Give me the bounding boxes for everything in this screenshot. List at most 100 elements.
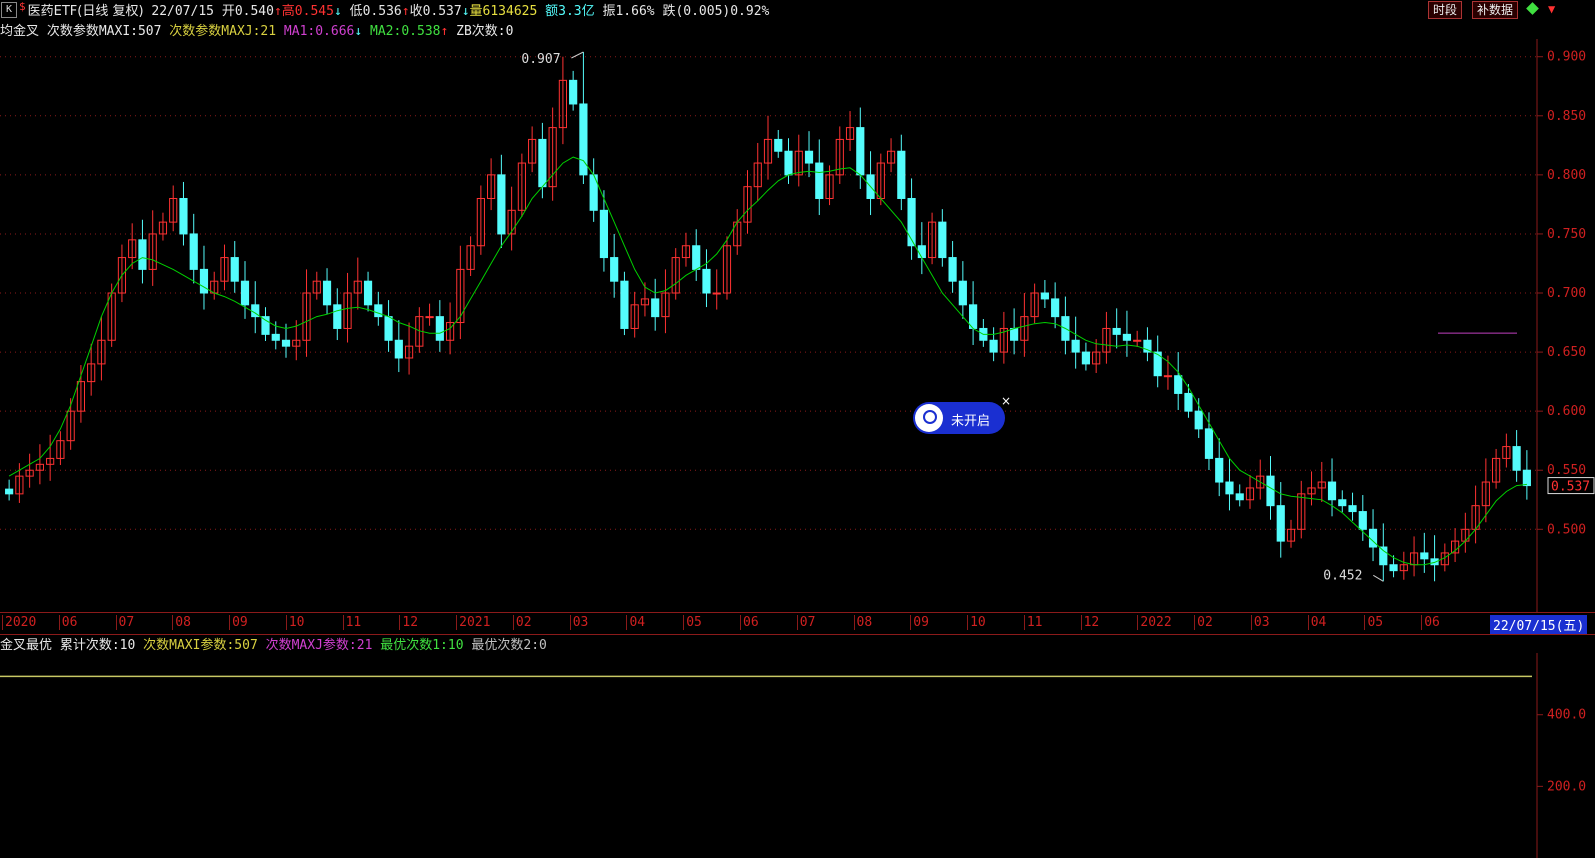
candle bbox=[1204, 412, 1214, 470]
candle bbox=[1430, 535, 1439, 582]
current-price-label: 0.537 bbox=[1551, 480, 1590, 495]
candle bbox=[251, 281, 260, 334]
candle-body bbox=[1051, 298, 1060, 318]
candle bbox=[743, 170, 752, 234]
candle bbox=[1020, 293, 1029, 357]
candle bbox=[261, 307, 270, 341]
security-title: 医药ETF(日线 复权) bbox=[27, 4, 144, 19]
sub-indicator-name: 金叉最优 bbox=[0, 638, 53, 653]
dollar-icon: $ bbox=[19, 0, 26, 13]
candle-body bbox=[1512, 446, 1521, 471]
date-tick-label: 06 bbox=[740, 615, 759, 630]
candle bbox=[1174, 352, 1183, 410]
candle bbox=[302, 269, 311, 357]
candle bbox=[425, 303, 434, 326]
date-tick-label: 2020 bbox=[2, 615, 36, 630]
candle bbox=[507, 186, 516, 251]
candle bbox=[476, 185, 485, 255]
candle bbox=[1399, 551, 1408, 580]
candle bbox=[1163, 355, 1173, 390]
candle bbox=[1010, 308, 1019, 355]
candle bbox=[1133, 330, 1142, 347]
candle bbox=[240, 261, 250, 319]
candle bbox=[1317, 461, 1326, 503]
candle bbox=[548, 107, 557, 201]
change: 跌(0.005)0.92% bbox=[662, 4, 770, 19]
candle bbox=[384, 300, 393, 352]
ma-line bbox=[8, 156, 1527, 566]
candle-body bbox=[1235, 493, 1244, 501]
candle-body bbox=[815, 162, 824, 199]
candle bbox=[1215, 438, 1224, 497]
close-icon[interactable]: × bbox=[1001, 394, 1011, 408]
candle-body bbox=[538, 138, 547, 188]
candle bbox=[517, 153, 526, 217]
candle bbox=[630, 291, 639, 338]
candle-body bbox=[1194, 410, 1203, 430]
date-tick-label: 03 bbox=[1250, 615, 1270, 630]
amount: 额3.3亿 bbox=[545, 4, 595, 19]
candle-body bbox=[1225, 481, 1234, 495]
candle-body bbox=[1327, 481, 1337, 501]
open-price: 开0.540 bbox=[221, 4, 274, 19]
candle bbox=[917, 222, 926, 275]
candle bbox=[1471, 485, 1480, 544]
candle bbox=[1338, 490, 1347, 513]
indicator-ma2: MA2:0.538 bbox=[370, 24, 441, 39]
candle bbox=[733, 209, 742, 255]
ma1-arrow-icon: ↓ bbox=[354, 24, 363, 39]
candle-body bbox=[856, 127, 865, 176]
candle-body bbox=[651, 298, 660, 318]
candle bbox=[1450, 528, 1460, 563]
candle bbox=[56, 431, 65, 466]
candle bbox=[5, 479, 14, 501]
candle bbox=[1040, 280, 1049, 309]
candle bbox=[312, 271, 321, 300]
candle-body bbox=[610, 257, 619, 282]
candle bbox=[220, 244, 229, 291]
status-badge[interactable]: 未开启 × bbox=[913, 394, 1011, 434]
candle bbox=[1225, 458, 1234, 511]
date-tick-label: 02 bbox=[512, 615, 532, 630]
candle bbox=[856, 107, 865, 189]
candle-body bbox=[569, 79, 578, 105]
max-pointer bbox=[571, 51, 584, 59]
date-tick-label: 08 bbox=[853, 615, 872, 630]
candle-body bbox=[1266, 475, 1275, 507]
date-tick-label: 09 bbox=[910, 615, 929, 630]
date-axis[interactable]: 2020 06 07 08 09 10 11 12 2021 02 03 04 05 06 07 08 09 10… bbox=[0, 612, 1595, 635]
candle-body bbox=[1276, 505, 1285, 542]
candle bbox=[363, 271, 373, 312]
candle bbox=[138, 219, 147, 284]
candle bbox=[702, 249, 711, 308]
candle bbox=[487, 158, 496, 211]
indicator-name: 均金叉 bbox=[0, 24, 40, 39]
indicator-param-maxj: 次数参数MAXJ:21 bbox=[169, 24, 277, 39]
scroll-arrow-icon[interactable]: ▼ bbox=[1548, 2, 1555, 16]
candle-body bbox=[692, 245, 701, 270]
candle bbox=[76, 365, 86, 423]
date-tick-label: 07 bbox=[796, 615, 815, 630]
date-tick-label: 05 bbox=[683, 615, 702, 630]
candle bbox=[1081, 342, 1090, 371]
candle bbox=[927, 212, 937, 265]
date-tick-label: 09 bbox=[229, 615, 248, 630]
candle-body bbox=[374, 304, 383, 318]
fill-data-button[interactable]: 补数据 bbox=[1472, 1, 1519, 19]
candle-body bbox=[189, 233, 198, 270]
period-k-icon[interactable]: K bbox=[1, 2, 17, 18]
candle bbox=[1420, 532, 1429, 573]
price-chart[interactable]: 0.900 0.850 0.800 0.750 0.700 0.650 0.600 0.550… bbox=[0, 39, 1595, 612]
candle-body bbox=[1071, 339, 1080, 353]
candle bbox=[794, 134, 803, 187]
sub-chart[interactable]: 400.0 200.0 bbox=[0, 653, 1595, 858]
candle bbox=[528, 126, 537, 173]
volume: 量6134625 bbox=[469, 4, 538, 19]
max-label: 0.907 bbox=[521, 52, 560, 67]
period-button[interactable]: 时段 bbox=[1428, 1, 1463, 19]
candle bbox=[774, 129, 783, 158]
indicator-bar: 均金叉 次数参数MAXI:507 次数参数MAXJ:21 MA1:0.666↓ … bbox=[0, 20, 1595, 39]
low-price: 低0.536 bbox=[349, 4, 402, 19]
candle-body bbox=[712, 292, 721, 295]
candle bbox=[394, 320, 403, 373]
